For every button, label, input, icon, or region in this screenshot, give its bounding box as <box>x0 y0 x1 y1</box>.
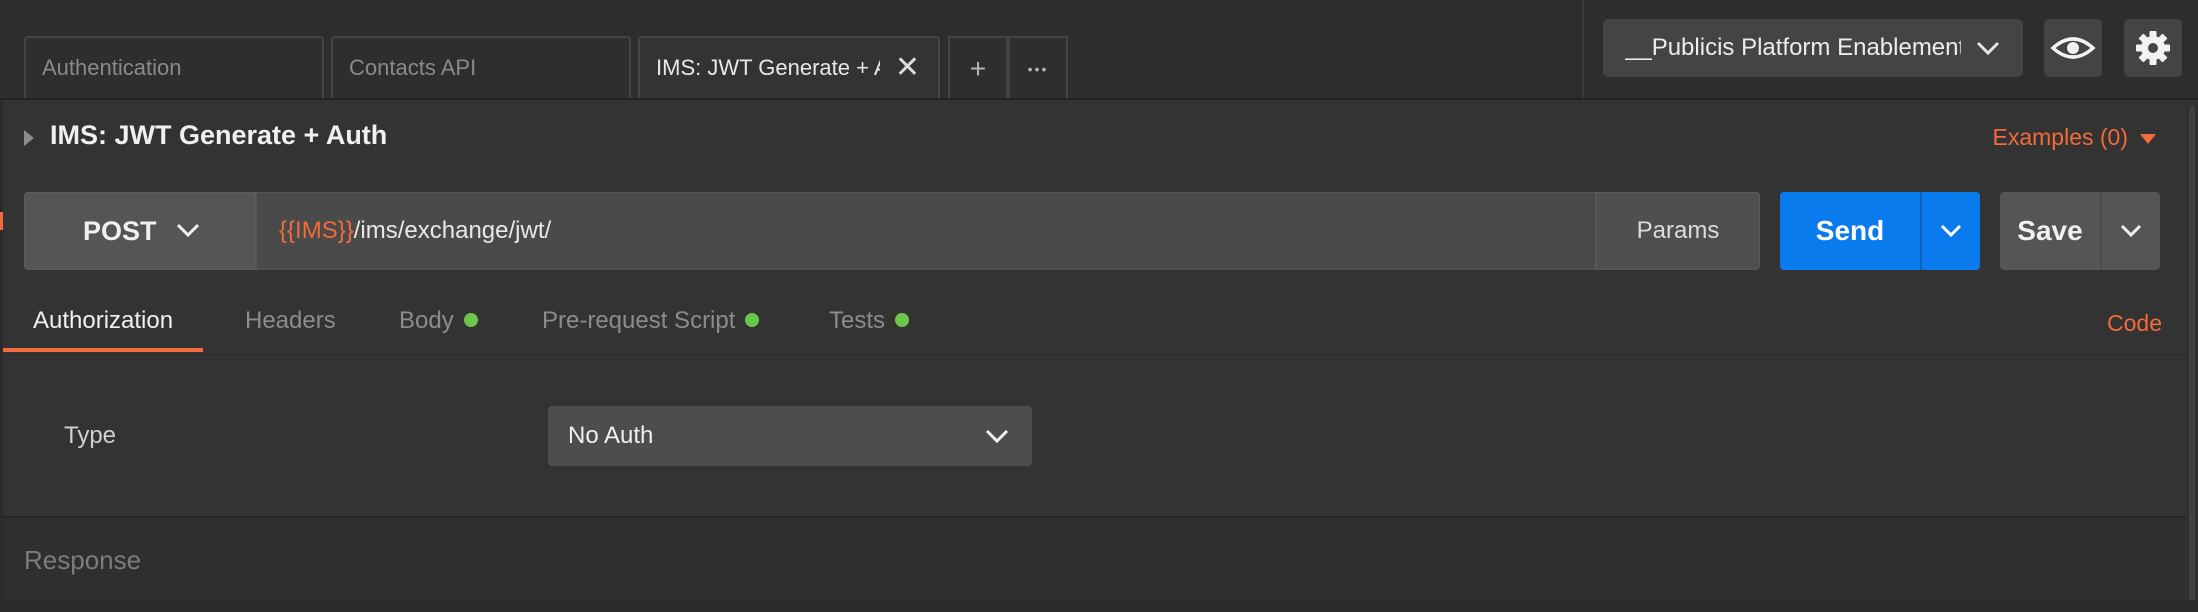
examples-dropdown[interactable]: Examples (0) <box>1993 124 2156 151</box>
send-button[interactable]: Send <box>1780 192 1920 270</box>
expand-caret-icon[interactable] <box>24 130 34 146</box>
send-options-button[interactable] <box>1920 192 1980 270</box>
code-link[interactable]: Code <box>2107 310 2162 337</box>
chevron-down-icon <box>984 406 1010 466</box>
tab-body[interactable]: Body <box>399 296 478 352</box>
auth-type-label: Type <box>64 422 117 449</box>
url-path: /ims/exchange/jwt/ <box>353 217 552 244</box>
tab-pre-request-script[interactable]: Pre-request Script <box>542 296 760 352</box>
response-panel: Response <box>3 516 2186 602</box>
method-select[interactable]: POST <box>24 192 256 270</box>
environment-label: __Publicis Platform Enablement <box>1625 34 1961 61</box>
gear-icon[interactable] <box>2124 19 2182 77</box>
request-subtabs: Authorization Headers Body Pre-request S… <box>3 296 2186 355</box>
method-label: POST <box>83 216 157 246</box>
plus-icon[interactable]: + <box>948 36 1008 98</box>
chevron-down-icon <box>1940 219 1962 241</box>
tab-label: Headers <box>245 307 336 334</box>
active-tab-underline <box>3 348 204 352</box>
request-name[interactable]: IMS: JWT Generate + Auth <box>50 120 387 151</box>
save-button[interactable]: Save <box>2000 192 2100 270</box>
chevron-down-icon <box>2120 219 2142 241</box>
tab-tests[interactable]: Tests <box>829 296 910 352</box>
tab-label: Authentication <box>42 55 182 80</box>
close-icon[interactable]: ✕ <box>895 38 920 98</box>
request-panel: IMS: JWT Generate + Auth Examples (0) PO… <box>0 98 2198 612</box>
tab-authentication[interactable]: Authentication <box>24 36 324 98</box>
response-label: Response <box>24 545 142 575</box>
chevron-down-icon <box>175 193 201 269</box>
status-dot <box>463 312 478 327</box>
status-dot <box>895 312 910 327</box>
tab-label: Tests <box>829 307 886 334</box>
eye-icon[interactable] <box>2044 19 2102 77</box>
tab-ims-jwt-generate-auth[interactable]: IMS: JWT Generate + Auth ✕ <box>638 36 940 100</box>
tab-authorization[interactable]: Authorization <box>3 296 204 352</box>
tab-label: Authorization <box>33 307 174 334</box>
status-dot <box>745 312 760 327</box>
environment-select[interactable]: __Publicis Platform Enablement <box>1603 19 2023 77</box>
bottom-strip <box>0 600 2198 612</box>
caret-down-icon <box>2140 133 2156 144</box>
params-button[interactable]: Params <box>1596 192 1760 270</box>
tab-label: Contacts API <box>349 55 477 80</box>
url-input[interactable]: {{IMS}}/ims/exchange/jwt/ <box>256 192 1596 270</box>
auth-type-value: No Auth <box>568 422 654 449</box>
more-horizontal-icon[interactable]: ••• <box>1008 36 1068 98</box>
url-variable: {{IMS}} <box>279 217 354 244</box>
tab-label: Body <box>399 307 454 334</box>
tab-contacts-api[interactable]: Contacts API <box>331 36 631 98</box>
examples-label: Examples (0) <box>1992 124 2128 150</box>
tab-bar: Authentication Contacts API IMS: JWT Gen… <box>0 0 2198 100</box>
scrollbar[interactable] <box>2186 106 2198 612</box>
sidebar-indicator <box>0 212 3 230</box>
chevron-down-icon <box>1975 19 2001 77</box>
tab-label: Pre-request Script <box>542 307 736 334</box>
tab-headers[interactable]: Headers <box>245 296 336 352</box>
auth-type-select[interactable]: No Auth <box>548 406 1032 466</box>
tab-label: IMS: JWT Generate + Auth <box>656 55 880 80</box>
divider <box>1582 0 1584 98</box>
save-options-button[interactable] <box>2100 192 2160 270</box>
